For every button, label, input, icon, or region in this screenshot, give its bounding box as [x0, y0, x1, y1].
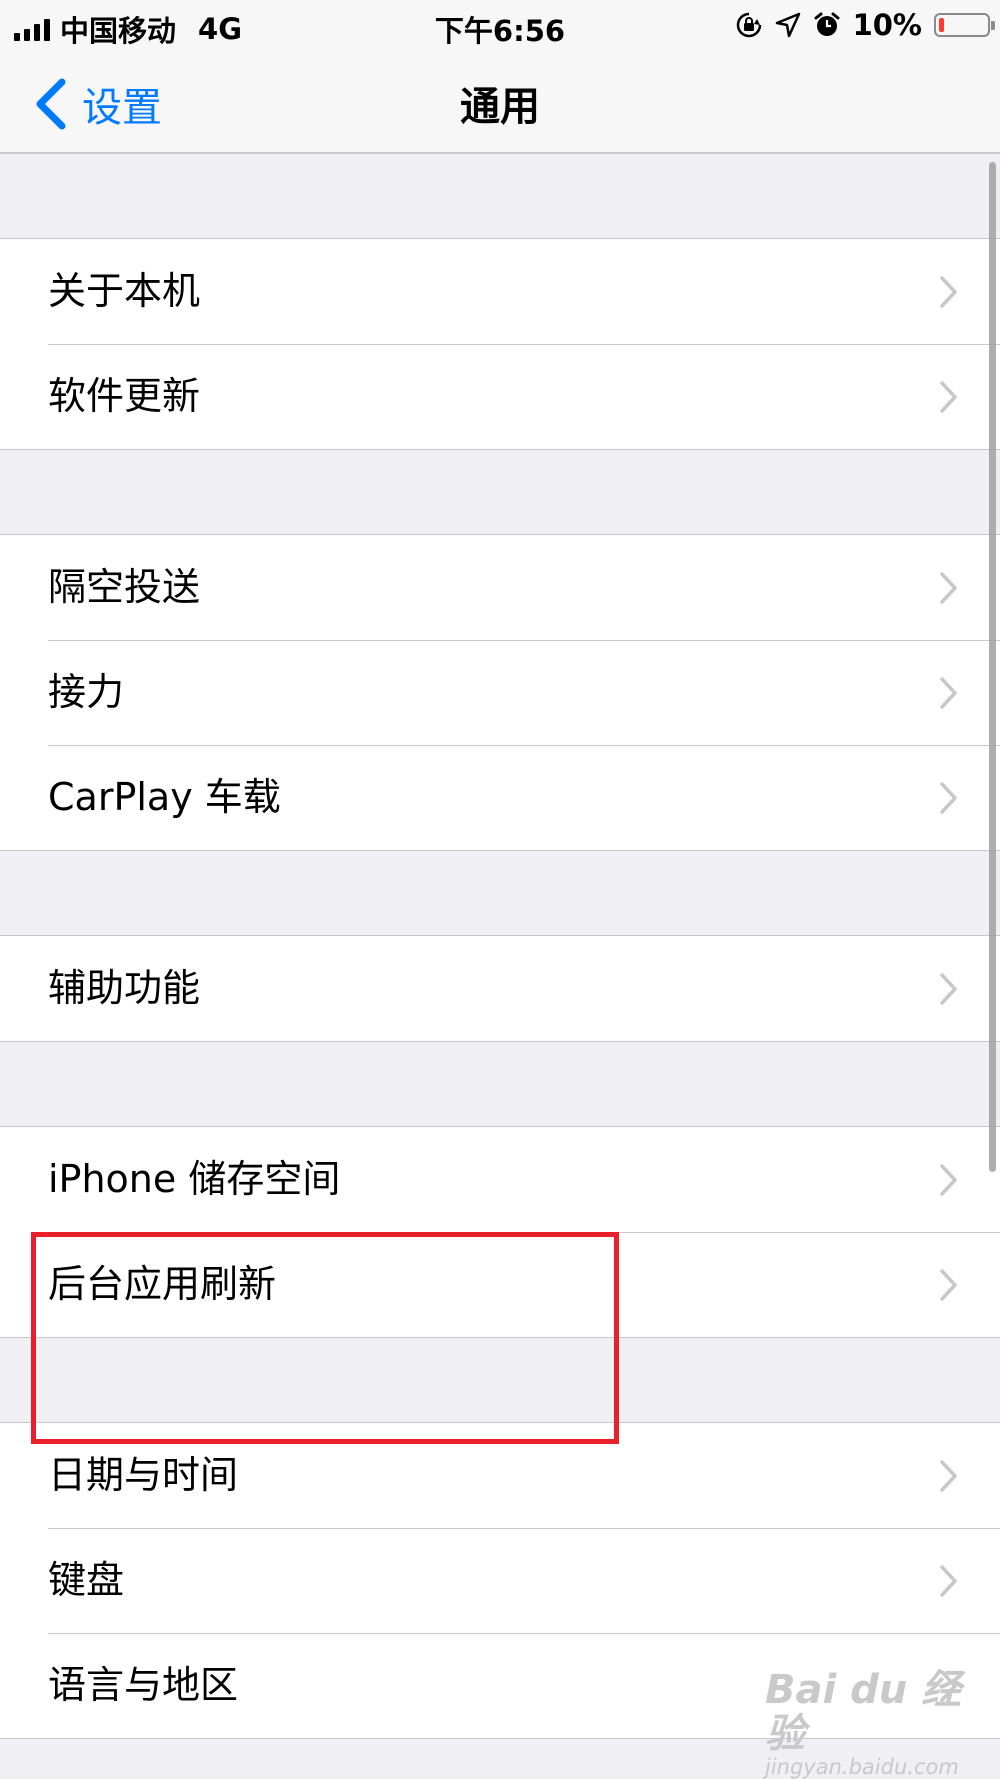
battery-fill	[939, 18, 944, 32]
section-gap	[0, 450, 1000, 534]
watermark-main: Bai du 经验	[765, 1667, 962, 1757]
chevron-right-icon	[940, 677, 957, 709]
chevron-right-icon	[940, 1460, 957, 1492]
settings-group: 辅助功能	[0, 935, 1000, 1042]
chevron-right-icon	[940, 973, 957, 1005]
battery-percent: 10%	[852, 8, 922, 42]
chevron-right-icon	[940, 381, 957, 413]
row-label: CarPlay 车载	[48, 775, 281, 819]
settings-row[interactable]: CarPlay 车载	[0, 745, 1000, 850]
row-label: 键盘	[48, 1558, 125, 1602]
orientation-lock-icon	[736, 12, 761, 38]
section-gap	[0, 1042, 1000, 1126]
row-label: 关于本机	[48, 269, 201, 313]
section-gap	[0, 851, 1000, 935]
row-label: 接力	[48, 670, 125, 714]
settings-row[interactable]: 辅助功能	[0, 936, 1000, 1041]
row-label: 辅助功能	[48, 966, 201, 1010]
status-right: 10%	[735, 8, 995, 42]
chevron-right-icon	[940, 276, 957, 308]
scroll-indicator[interactable]	[989, 162, 996, 1172]
location-icon	[775, 12, 800, 38]
row-label: iPhone 储存空间	[48, 1157, 341, 1201]
chevron-right-icon	[940, 782, 957, 814]
settings-row[interactable]: 关于本机	[0, 239, 1000, 344]
page-title: 通用	[460, 84, 540, 130]
settings-row[interactable]: 接力	[0, 640, 1000, 745]
status-bar: 中国移动 4G 下午6:56 10%	[0, 0, 1000, 50]
watermark: Bai du 经验 jingyan.baidu.com	[765, 1668, 1000, 1779]
settings-row[interactable]: 日期与时间	[0, 1423, 1000, 1528]
alarm-icon	[814, 12, 840, 36]
settings-group: 隔空投送接力 CarPlay 车载	[0, 534, 1000, 851]
row-label: 语言与地区	[48, 1663, 239, 1707]
row-label: 隔空投送	[48, 565, 201, 609]
chevron-right-icon	[940, 1269, 957, 1301]
settings-row[interactable]: 键盘	[0, 1528, 1000, 1633]
row-label: 软件更新	[48, 374, 201, 418]
section-gap	[0, 1338, 1000, 1422]
settings-group: 关于本机 软件更新	[0, 238, 1000, 450]
settings-row[interactable]: iPhone 储存空间	[0, 1127, 1000, 1232]
navigation-bar: 设置 通用	[0, 50, 1000, 154]
row-label: 日期与时间	[48, 1453, 239, 1497]
settings-group: iPhone 储存空间 后台应用刷新	[0, 1126, 1000, 1338]
chevron-right-icon	[940, 1565, 957, 1597]
section-gap	[0, 154, 1000, 238]
watermark-sub: jingyan.baidu.com	[765, 1755, 959, 1779]
row-label: 后台应用刷新	[48, 1262, 277, 1306]
chevron-right-icon	[940, 572, 957, 604]
settings-list: 关于本机软件更新隔空投送接力 CarPlay 车载 辅助功能 iPhone 储存空间后…	[0, 154, 1000, 1739]
chevron-right-icon	[940, 1164, 957, 1196]
settings-row[interactable]: 软件更新	[0, 344, 1000, 449]
settings-row[interactable]: 隔空投送	[0, 535, 1000, 640]
settings-row[interactable]: 后台应用刷新	[0, 1232, 1000, 1337]
battery-icon	[934, 13, 995, 37]
